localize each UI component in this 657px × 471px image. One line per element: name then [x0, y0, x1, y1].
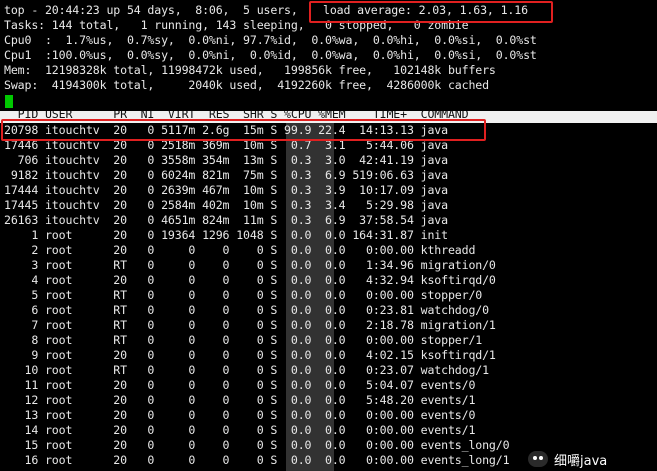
process-row[interactable]: 10 root RT 0 0 0 0 S 0.0 0.0 0:23.07 wat… — [4, 363, 489, 378]
process-row[interactable]: 16 root 20 0 0 0 0 S 0.0 0.0 0:00.00 eve… — [4, 453, 509, 468]
process-row[interactable]: 3 root RT 0 0 0 0 S 0.0 0.0 1:34.96 migr… — [4, 258, 496, 273]
process-row[interactable]: 17445 itouchtv 20 0 2584m 402m 10m S 0.3… — [4, 198, 448, 213]
process-row[interactable]: 9182 itouchtv 20 0 6024m 821m 75m S 0.3 … — [4, 168, 448, 183]
process-row[interactable]: 12 root 20 0 0 0 0 S 0.0 0.0 5:48.20 eve… — [4, 393, 475, 408]
process-row[interactable]: 15 root 20 0 0 0 0 S 0.0 0.0 0:00.00 eve… — [4, 438, 509, 453]
process-row[interactable]: 706 itouchtv 20 0 3558m 354m 13m S 0.3 3… — [4, 153, 448, 168]
process-row[interactable]: 13 root 20 0 0 0 0 S 0.0 0.0 0:00.00 eve… — [4, 408, 475, 423]
process-row[interactable]: 1 root 20 0 19364 1296 1048 S 0.0 0.0 16… — [4, 228, 448, 243]
summary-cpu1: Cpu1 :100.0%us, 0.0%sy, 0.0%ni, 0.0%id, … — [4, 48, 537, 62]
process-row[interactable]: 11 root 20 0 0 0 0 S 0.0 0.0 5:04.07 eve… — [4, 378, 475, 393]
summary-cpu0: Cpu0 : 1.7%us, 0.7%sy, 0.0%ni, 97.7%id, … — [4, 33, 537, 47]
process-row[interactable]: 2 root 20 0 0 0 0 S 0.0 0.0 0:00.00 kthr… — [4, 243, 475, 258]
watermark: 细嚼java — [528, 449, 607, 469]
process-row[interactable]: 8 root RT 0 0 0 0 S 0.0 0.0 0:00.00 stop… — [4, 333, 482, 348]
process-row[interactable]: 14 root 20 0 0 0 0 S 0.0 0.0 0:00.00 eve… — [4, 423, 475, 438]
process-row[interactable]: 26163 itouchtv 20 0 4651m 824m 11m S 0.3… — [4, 213, 448, 228]
process-row[interactable]: 4 root 20 0 0 0 0 S 0.0 0.0 4:32.94 ksof… — [4, 273, 496, 288]
top-process-highlight — [1, 119, 486, 141]
process-row[interactable]: 9 root 20 0 0 0 0 S 0.0 0.0 4:02.15 ksof… — [4, 348, 496, 363]
terminal-window[interactable]: top - 20:44:23 up 54 days, 8:06, 5 users… — [0, 0, 657, 471]
load-average-highlight — [309, 1, 553, 23]
process-row[interactable]: 17444 itouchtv 20 0 2639m 467m 10m S 0.3… — [4, 183, 448, 198]
process-row[interactable]: 5 root RT 0 0 0 0 S 0.0 0.0 0:00.00 stop… — [4, 288, 482, 303]
process-row[interactable]: 6 root RT 0 0 0 0 S 0.0 0.0 0:23.81 watc… — [4, 303, 489, 318]
wechat-icon — [528, 451, 548, 467]
process-row[interactable]: 7 root RT 0 0 0 0 S 0.0 0.0 2:18.78 migr… — [4, 318, 496, 333]
terminal-cursor — [5, 95, 13, 108]
watermark-text: 细嚼java — [554, 453, 608, 469]
summary-uptime: top - 20:44:23 up 54 days, 8:06, 5 users… — [4, 3, 298, 17]
summary-swap: Swap: 4194300k total, 2040k used, 419226… — [4, 78, 489, 92]
summary-mem: Mem: 12198328k total, 11998472k used, 19… — [4, 63, 496, 77]
